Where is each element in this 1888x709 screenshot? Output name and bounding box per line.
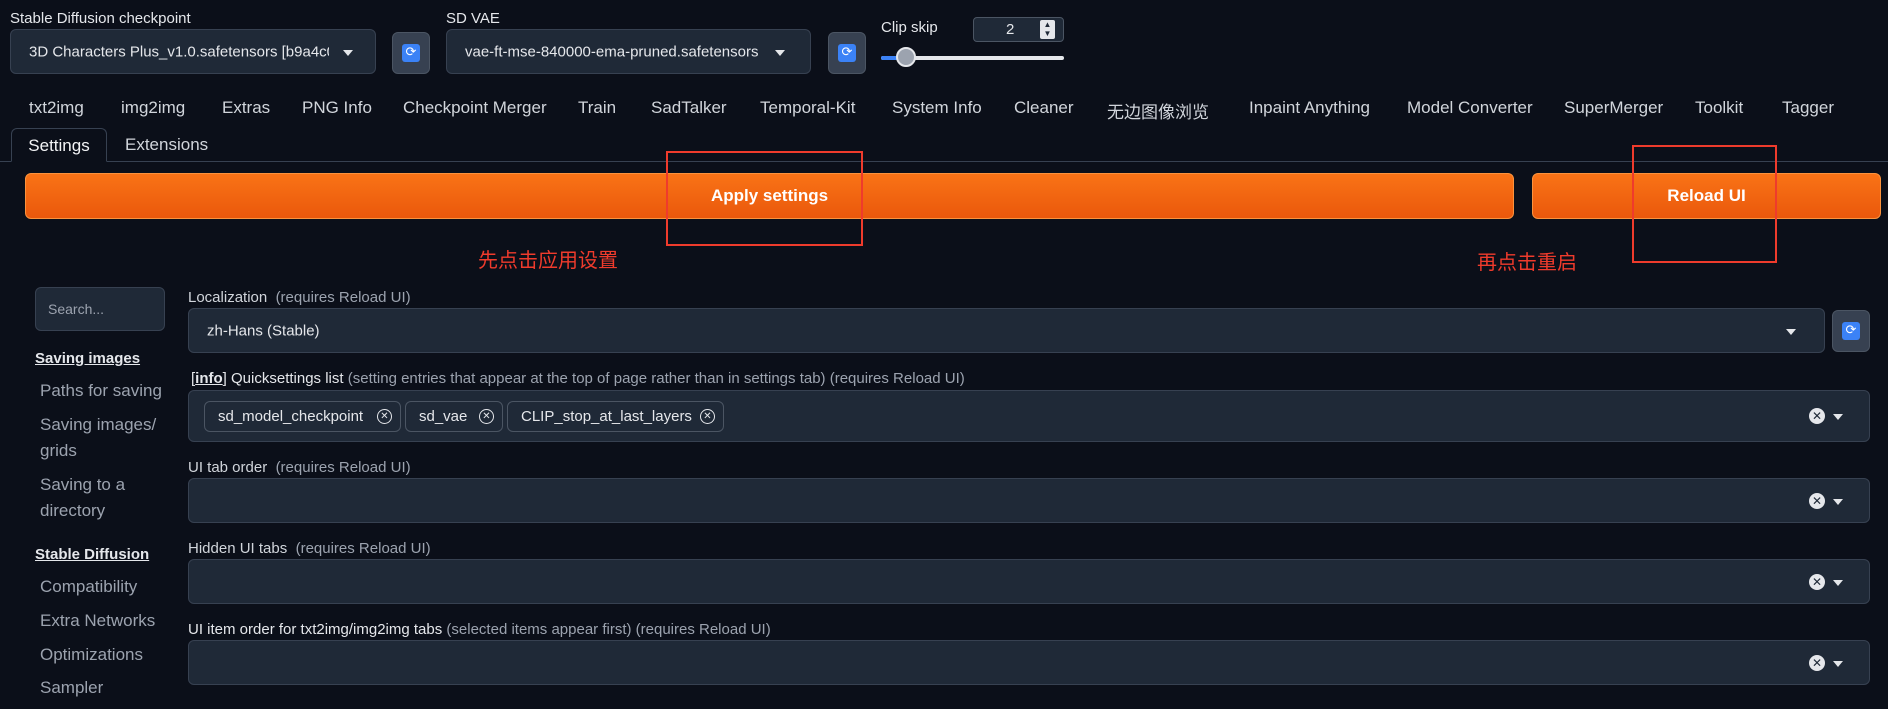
close-icon[interactable]: ✕ (1809, 574, 1825, 590)
close-icon[interactable]: ✕ (479, 409, 494, 424)
quicksettings-label: [info] Quicksettings list (setting entri… (191, 370, 965, 387)
apply-highlight-box (666, 151, 863, 246)
close-icon[interactable]: ✕ (1809, 655, 1825, 671)
quicksettings-info-link[interactable]: info (195, 370, 223, 387)
chevron-down-icon[interactable] (1833, 661, 1843, 667)
hidden-tabs-text: Hidden UI tabs (188, 540, 288, 557)
reload-highlight-box (1632, 145, 1777, 263)
vae-dropdown[interactable]: vae-ft-mse-840000-ema-pruned.safetensors (446, 29, 811, 74)
sidebar-item-optimizations[interactable]: Optimizations (40, 642, 170, 668)
sidebar-item-paths-for-saving[interactable]: Paths for saving (40, 378, 170, 404)
sidebar-item-compatibility[interactable]: Compatibility (40, 574, 170, 600)
token-clip-stop: CLIP_stop_at_last_layers ✕ (507, 401, 724, 432)
tab-cleaner[interactable]: Cleaner (1014, 98, 1074, 118)
sidebar-item-saving-to-directory[interactable]: Saving to a directory (40, 472, 170, 524)
tab-temporal-kit[interactable]: Temporal-Kit (760, 98, 855, 118)
close-icon[interactable]: ✕ (700, 409, 715, 424)
ui-tab-order-label: UI tab order (requires Reload UI) (188, 459, 411, 476)
tab-settings[interactable]: Settings (11, 128, 107, 162)
reload-annotation: 再点击重启 (1477, 250, 1577, 274)
hidden-tabs-note: (requires Reload UI) (295, 540, 431, 557)
subtab-divider (0, 161, 1888, 162)
search-placeholder: Search... (48, 301, 105, 317)
tab-system-info[interactable]: System Info (892, 98, 982, 118)
close-icon[interactable]: ✕ (1809, 493, 1825, 509)
ui-tab-order-text: UI tab order (188, 459, 268, 476)
sidebar-section-saving-images[interactable]: Saving images (35, 350, 140, 367)
refresh-icon: ⟳ (1842, 322, 1860, 340)
vae-value: vae-ft-mse-840000-ema-pruned.safetensors (465, 43, 759, 60)
quicksettings-note: (setting entries that appear at the top … (347, 370, 965, 387)
checkpoint-label: Stable Diffusion checkpoint (10, 10, 191, 27)
tab-extras[interactable]: Extras (222, 98, 270, 118)
sidebar-item-extra-networks[interactable]: Extra Networks (40, 608, 170, 634)
settings-search-input[interactable]: Search... (35, 287, 165, 331)
vae-refresh-button[interactable]: ⟳ (828, 32, 866, 74)
item-order-note: (selected items appear first) (requires … (446, 621, 771, 638)
checkpoint-value: 3D Characters Plus_v1.0.safetensors [b9a… (29, 43, 329, 60)
checkpoint-refresh-button[interactable]: ⟳ (392, 32, 430, 74)
checkpoint-dropdown[interactable]: 3D Characters Plus_v1.0.safetensors [b9a… (10, 29, 376, 74)
hidden-tabs-multiselect[interactable]: ✕ (188, 559, 1870, 604)
tab-checkpoint-merger[interactable]: Checkpoint Merger (403, 98, 547, 118)
tab-train[interactable]: Train (578, 98, 616, 118)
close-icon[interactable]: ✕ (1809, 408, 1825, 424)
localization-label-text: Localization (188, 289, 268, 306)
token-sd-vae: sd_vae ✕ (405, 401, 503, 432)
token-label: CLIP_stop_at_last_layers (521, 408, 692, 425)
tab-model-converter[interactable]: Model Converter (1407, 98, 1533, 118)
tab-png-info[interactable]: PNG Info (302, 98, 372, 118)
tab-inpaint-anything[interactable]: Inpaint Anything (1249, 98, 1370, 118)
hidden-tabs-label: Hidden UI tabs (requires Reload UI) (188, 540, 431, 557)
tab-tagger[interactable]: Tagger (1782, 98, 1834, 118)
ui-tab-order-note: (requires Reload UI) (275, 459, 411, 476)
stepper-arrows-icon[interactable]: ▲ ▼ (1040, 20, 1055, 39)
localization-refresh-button[interactable]: ⟳ (1832, 310, 1870, 352)
item-order-text: UI item order for txt2img/img2img tabs (188, 621, 443, 638)
localization-note: (requires Reload UI) (275, 289, 411, 306)
localization-label: Localization (requires Reload UI) (188, 289, 411, 306)
sidebar-item-saving-images-grids[interactable]: Saving images/ grids (40, 412, 170, 464)
chevron-down-icon (1786, 329, 1796, 335)
clipskip-value: 2 (1006, 21, 1015, 38)
chevron-down-icon[interactable] (1833, 580, 1843, 586)
refresh-icon: ⟳ (838, 44, 856, 62)
tab-img2img[interactable]: img2img (121, 98, 185, 118)
localization-value: zh-Hans (Stable) (207, 322, 320, 339)
clipskip-slider-thumb[interactable] (896, 47, 916, 67)
close-icon[interactable]: ✕ (377, 409, 392, 424)
chevron-down-icon (775, 50, 785, 56)
sidebar-item-sampler[interactable]: Sampler (40, 675, 170, 701)
quicksettings-multiselect[interactable]: sd_model_checkpoint ✕ sd_vae ✕ CLIP_stop… (188, 390, 1870, 442)
vae-label: SD VAE (446, 10, 500, 27)
refresh-icon: ⟳ (402, 44, 420, 62)
tab-supermerger[interactable]: SuperMerger (1564, 98, 1663, 118)
item-order-label: UI item order for txt2img/img2img tabs (… (188, 621, 771, 638)
token-label: sd_model_checkpoint (218, 408, 364, 425)
tab-infinite-image-browsing[interactable]: 无边图像浏览 (1107, 98, 1209, 123)
tab-extensions[interactable]: Extensions (125, 128, 208, 162)
chevron-down-icon[interactable] (1833, 414, 1843, 420)
chevron-down-icon[interactable] (1833, 499, 1843, 505)
tab-toolkit[interactable]: Toolkit (1695, 98, 1743, 118)
tab-txt2img[interactable]: txt2img (29, 98, 84, 118)
clipskip-number-input[interactable]: 2 ▲ ▼ (973, 17, 1064, 42)
localization-dropdown[interactable]: zh-Hans (Stable) (188, 308, 1825, 353)
quicksettings-label-text: Quicksettings list (231, 370, 344, 387)
tab-sadtalker[interactable]: SadTalker (651, 98, 727, 118)
clipskip-label: Clip skip (881, 19, 938, 36)
apply-annotation: 先点击应用设置 (478, 248, 618, 272)
sidebar-section-stable-diffusion[interactable]: Stable Diffusion (35, 546, 149, 563)
ui-tab-order-multiselect[interactable]: ✕ (188, 478, 1870, 523)
token-sd-model-checkpoint: sd_model_checkpoint ✕ (204, 401, 401, 432)
item-order-multiselect[interactable]: ✕ (188, 640, 1870, 685)
token-label: sd_vae (419, 408, 468, 425)
chevron-down-icon (343, 50, 353, 56)
